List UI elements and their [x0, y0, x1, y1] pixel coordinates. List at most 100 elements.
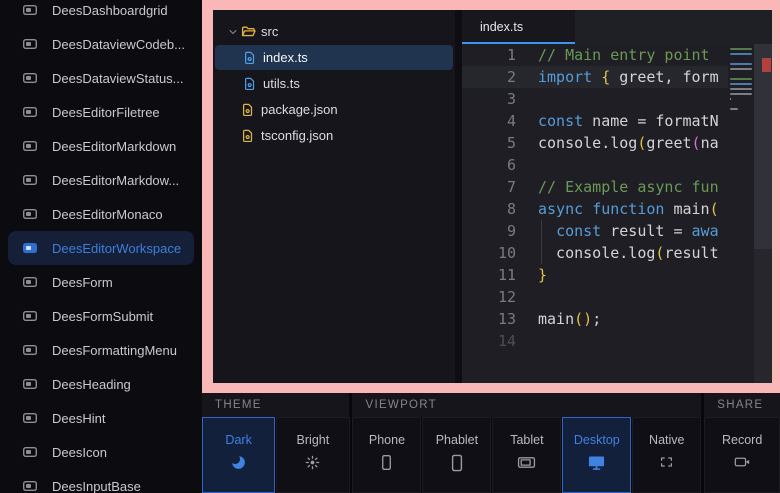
line-number: 14 [462, 330, 516, 352]
sidebar-item-deesformsubmit[interactable]: DeesFormSubmit [8, 299, 194, 333]
code-text: console.log(greet(na [516, 132, 726, 154]
native-icon [658, 454, 675, 470]
phone-icon [378, 454, 395, 471]
desktop-icon [587, 454, 606, 471]
sidebar-item-label: DeesHint [52, 411, 105, 426]
filetree-item-utils-ts[interactable]: utils.ts [215, 71, 453, 96]
sidebar-item-deesdataviewstatus-[interactable]: DeesDataviewStatus... [8, 61, 194, 95]
sidebar-item-deeseditormarkdown[interactable]: DeesEditorMarkdown [8, 129, 194, 163]
editor-workspace-widget: src index.ts utils.ts package.json tsconfig.… [213, 10, 772, 383]
editor-tabbar: index.ts [462, 10, 772, 44]
minimap-line [730, 78, 752, 80]
dark-button[interactable]: Dark [202, 417, 275, 493]
filetree-item-label: package.json [261, 102, 338, 117]
json-file-icon [241, 129, 259, 143]
tab-label: index.ts [480, 20, 523, 34]
sidebar-item-deesdashboardgrid[interactable]: DeesDashboardgrid [8, 0, 194, 27]
component-icon [22, 36, 38, 52]
desktop-button[interactable]: Desktop [562, 417, 631, 493]
scrollbar[interactable] [754, 44, 772, 383]
button-label: Phablet [436, 433, 478, 447]
properties-bar: THEMEDarkBrightVIEWPORTPhonePhabletTable… [202, 393, 780, 493]
native-button[interactable]: Native [632, 417, 701, 493]
line-number: 1 [462, 44, 516, 66]
sidebar-item-deeseditormonaco[interactable]: DeesEditorMonaco [8, 197, 194, 231]
sidebar-item-deesformattingmenu[interactable]: DeesFormattingMenu [8, 333, 194, 367]
filetree-item-src[interactable]: src [215, 19, 453, 44]
toolbar-group-label: THEME [202, 393, 349, 417]
indent-guide [541, 220, 542, 242]
button-label: Tablet [510, 433, 543, 447]
tablet-button[interactable]: Tablet [492, 417, 561, 493]
record-button[interactable]: Record [704, 417, 780, 493]
minimap[interactable] [728, 46, 754, 383]
filetree-item-package-json[interactable]: package.json [215, 97, 453, 122]
line-number: 11 [462, 264, 516, 286]
sidebar-item-label: DeesEditorWorkspace [52, 241, 181, 256]
minimap-line [730, 103, 754, 105]
code-editor-panel: index.ts 1// Main entry point2import { g… [462, 10, 772, 383]
minimap-line [730, 83, 752, 85]
ts-file-icon [243, 51, 261, 65]
toolbar-group-label: SHARE [704, 393, 780, 417]
button-label: Dark [225, 433, 251, 447]
code-line: 13main(); [462, 308, 772, 330]
code-area[interactable]: 1// Main entry point2import { greet, for… [462, 44, 772, 383]
phone-button[interactable]: Phone [352, 417, 421, 493]
sidebar-item-deesdataviewcodeb-[interactable]: DeesDataviewCodeb... [8, 27, 194, 61]
minimap-line [730, 58, 754, 60]
minimap-line [730, 48, 752, 50]
line-number: 13 [462, 308, 516, 330]
minimap-line [730, 108, 738, 110]
sidebar-item-deeseditorfiletree[interactable]: DeesEditorFiletree [8, 95, 194, 129]
component-icon [22, 274, 38, 290]
sidebar-item-deesicon[interactable]: DeesIcon [8, 435, 194, 469]
sidebar-item-deesheading[interactable]: DeesHeading [8, 367, 194, 401]
sidebar-item-deesinputbase[interactable]: DeesInputBase [8, 469, 194, 493]
toolbar-group-share: SHARERecord [704, 393, 780, 493]
minimap-line [730, 63, 752, 65]
sun-icon [304, 454, 321, 471]
code-line: 14 [462, 330, 772, 352]
tab-index-ts[interactable]: index.ts [462, 10, 575, 44]
code-line: 7// Example async fun [462, 176, 772, 198]
component-sidebar: DeesDashboardgridDeesDataviewCodeb... Dee… [0, 0, 202, 493]
bright-button[interactable]: Bright [276, 417, 349, 493]
code-text [516, 330, 726, 352]
filetree-item-label: index.ts [263, 50, 308, 65]
chevron-down-icon[interactable] [225, 26, 241, 38]
phablet-button[interactable]: Phablet [422, 417, 491, 493]
code-text: // Example async fun [516, 176, 726, 198]
code-text: console.log(result [516, 242, 726, 264]
minimap-line [730, 88, 752, 90]
filetree-item-index-ts[interactable]: index.ts [215, 45, 453, 70]
minimap-line [730, 113, 754, 115]
sidebar-item-deeshint[interactable]: DeesHint [8, 401, 194, 435]
code-line: 8async function main( [462, 198, 772, 220]
filetree-item-label: src [261, 24, 278, 39]
code-line: 9 const result = awa [462, 220, 772, 242]
sidebar-item-label: DeesDataviewStatus... [52, 71, 184, 86]
component-icon [22, 206, 38, 222]
scrollbar-slider[interactable] [754, 44, 772, 249]
minimap-line [730, 93, 752, 95]
sidebar-item-label: DeesEditorFiletree [52, 105, 160, 120]
component-icon [22, 240, 38, 256]
button-label: Phone [369, 433, 405, 447]
sidebar-item-label: DeesEditorMonaco [52, 207, 163, 222]
code-text [516, 88, 726, 110]
line-number: 6 [462, 154, 516, 176]
line-number: 10 [462, 242, 516, 264]
sidebar-item-deeseditorworkspace[interactable]: DeesEditorWorkspace [8, 231, 194, 265]
minimap-line [730, 68, 752, 70]
button-label: Bright [297, 433, 330, 447]
sidebar-item-deesform[interactable]: DeesForm [8, 265, 194, 299]
sidebar-item-label: DeesHeading [52, 377, 131, 392]
code-text: // Main entry point [516, 44, 726, 66]
moon-icon [230, 454, 247, 471]
filetree-item-tsconfig-json[interactable]: tsconfig.json [215, 123, 453, 148]
component-icon [22, 104, 38, 120]
error-marker [762, 58, 771, 72]
code-line: 5console.log(greet(na [462, 132, 772, 154]
sidebar-item-deeseditormarkdow-[interactable]: DeesEditorMarkdow... [8, 163, 194, 197]
